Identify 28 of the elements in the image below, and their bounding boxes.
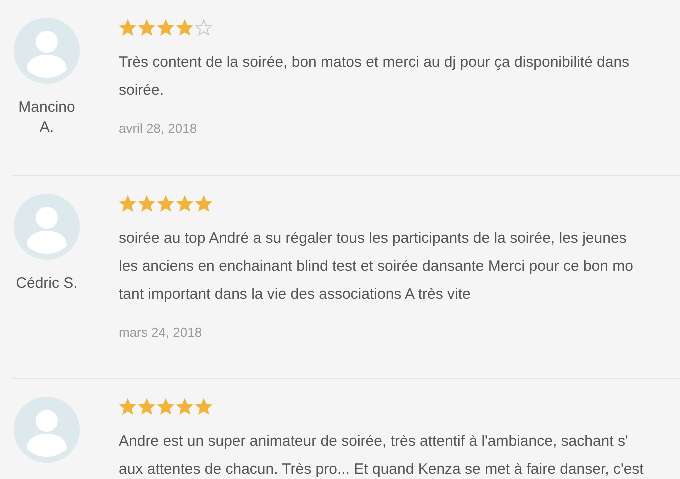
review-text: soirée au top André a su régaler tous les participants de la soirée, les jeunes [119, 228, 628, 248]
review-text: Andre est un super animateur de soirée, très attentif à l'ambiance, sachant s' [119, 432, 630, 452]
star-icon [138, 194, 156, 212]
avatar-icon [14, 18, 80, 84]
review-text: soirée. [119, 81, 166, 101]
star-icon [157, 194, 175, 212]
review-text: Très content de la soirée, bon matos et merci au dj pour ça disponibilité dans [119, 53, 630, 73]
star-icon [119, 398, 137, 416]
star-icon [176, 19, 194, 37]
star-icon [157, 19, 175, 37]
review-text: aux attentes de chacun. Très pro... Et quand Kenza se met à faire danser, c'est [119, 460, 644, 479]
star-icon [195, 194, 213, 212]
review-date: avril 28, 2018 [119, 120, 198, 138]
review-date: mars 24, 2018 [119, 324, 204, 342]
avatar-icon [14, 194, 80, 260]
author-name: Cédric S. [15, 274, 79, 294]
avatar-icon [14, 397, 80, 463]
star-icon [195, 398, 213, 416]
star-icon [176, 194, 194, 212]
star-icon [119, 19, 137, 37]
star-icon [138, 398, 156, 416]
star-icon [176, 398, 194, 416]
review-text: les anciens en enchainant blind test et soirée dansante Merci pour ce bon mo [119, 256, 634, 276]
author-name: Mancino A. [18, 98, 76, 138]
star-icon [119, 194, 137, 212]
review-text: tant important dans la vie des associations A très vite [119, 284, 472, 304]
star-icon [138, 19, 156, 37]
star-icon [157, 398, 175, 416]
